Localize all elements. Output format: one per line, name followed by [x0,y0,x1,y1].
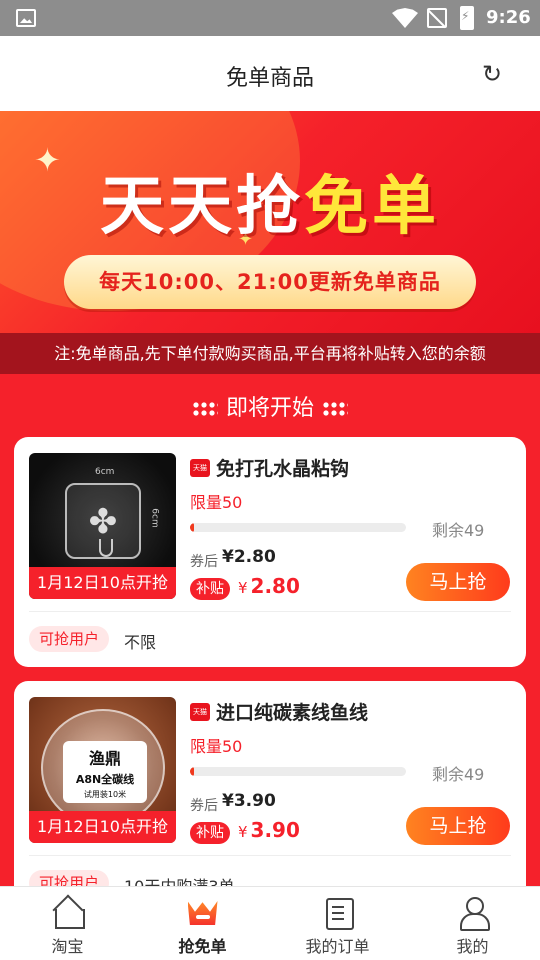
person-icon [456,895,490,931]
page-title: 免单商品 [225,66,314,91]
bottom-tab-bar: 淘宝 抢免单 我的订单 我的 [0,886,540,960]
grab-button[interactable]: 马上抢 [406,807,510,845]
battery-charging-icon [460,6,474,30]
product-image[interactable]: 6cm 6cm ✤ 1月12日10点开抢 [29,453,176,599]
section-title-text: 即将开始 [225,396,314,421]
status-bar: 9:26 [0,0,540,36]
start-time-label: 1月12日10点开抢 [29,811,176,843]
after-coupon-price: ¥2.80 [222,547,276,567]
subsidy-badge: 补贴 [190,578,230,600]
no-sim-icon [427,8,447,28]
banner-headline: 天天抢免单 [0,155,540,247]
banner-schedule-pill: 每天10:00、21:00更新免单商品 [64,255,476,309]
product-list[interactable]: 即将开始 6cm 6cm ✤ 1月12日10点开抢 天猫 免打孔水晶粘钩 限量5… [0,374,540,886]
stock-progress-fill [190,767,195,776]
notice-bar: 注:免单商品,先下单付款购买商品,平台再将补贴转入您的余额 [0,333,540,374]
tmall-badge-icon: 天猫 [190,703,210,721]
after-coupon-price: ¥3.90 [222,791,276,811]
divider [29,855,511,856]
tab-my-orders[interactable]: 我的订单 [270,887,405,960]
refresh-icon[interactable]: ↻ [478,60,506,88]
subsidy-price: ¥3.90 [238,818,300,842]
product-card[interactable]: 6cm 6cm ✤ 1月12日10点开抢 天猫 免打孔水晶粘钩 限量50 剩余4… [14,437,526,667]
remaining-label: 剩余49 [432,521,485,540]
order-icon [321,895,355,930]
package-label: 渔鼎 A8N全碳线 试用装10米 [63,741,147,803]
tab-label: 我的 [456,937,489,956]
gallery-notification-icon [16,9,36,27]
image-dim-width: 6cm [95,467,115,477]
subsidy-badge: 补贴 [190,822,230,844]
product-name[interactable]: 免打孔水晶粘钩 [216,454,349,481]
product-name[interactable]: 进口纯碳素线鱼线 [216,698,368,725]
subsidy-amount: 3.90 [250,818,300,842]
image-dim-height: 6cm [149,508,160,528]
headline-yellow: 免单 [304,170,440,244]
tab-label: 淘宝 [51,937,84,956]
limit-label: 限量50 [190,493,243,512]
currency-symbol: ¥ [238,579,248,597]
product-card[interactable]: 渔鼎 A8N全碳线 试用装10米 1月12日10点开抢 天猫 进口纯碳素线鱼线 … [14,681,526,886]
divider [29,611,511,612]
after-coupon-label: 券后 [190,798,218,814]
start-time-label: 1月12日10点开抢 [29,567,176,599]
package-line1: A8N全碳线 [75,773,135,786]
tmall-badge-icon: 天猫 [190,459,210,477]
stock-progress-bar [190,767,406,776]
eligible-user-tag: 可抢用户 [29,870,109,886]
product-image[interactable]: 渔鼎 A8N全碳线 试用装10米 1月12日10点开抢 [29,697,176,843]
tab-grab-free[interactable]: 抢免单 [135,887,270,960]
home-icon [51,895,85,929]
package-line2: 试用装10米 [83,790,127,799]
wifi-icon [392,8,418,28]
eligible-user-tag: 可抢用户 [29,626,109,652]
clover-icon: ✤ [88,502,118,542]
dots-icon [322,401,348,417]
stock-progress-fill [190,523,195,532]
hook-shape [99,539,113,557]
subsidy-price: ¥2.80 [238,574,300,598]
tab-taobao[interactable]: 淘宝 [0,887,135,960]
crown-icon [186,895,220,929]
grab-button[interactable]: 马上抢 [406,563,510,601]
headline-white: 天天抢 [100,170,304,244]
status-time: 9:26 [486,7,531,28]
promo-banner: ✦ ✦ 天天抢免单 每天10:00、21:00更新免单商品 [0,111,540,333]
tab-label: 抢免单 [178,937,227,956]
tab-label: 我的订单 [305,937,370,956]
package-brand: 渔鼎 [88,749,121,768]
stock-progress-bar [190,523,406,532]
tab-me[interactable]: 我的 [405,887,540,960]
limit-label: 限量50 [190,737,243,756]
header: 免单商品 ↻ [0,36,540,112]
section-title: 即将开始 [0,390,540,422]
currency-symbol: ¥ [238,823,248,841]
eligible-user-condition: 不限 [124,633,157,652]
eligible-user-condition: 10天内购满3单 [124,873,235,886]
remaining-label: 剩余49 [432,765,485,784]
dots-icon [191,401,218,417]
after-coupon-label: 券后 [190,554,218,570]
subsidy-amount: 2.80 [250,574,300,598]
